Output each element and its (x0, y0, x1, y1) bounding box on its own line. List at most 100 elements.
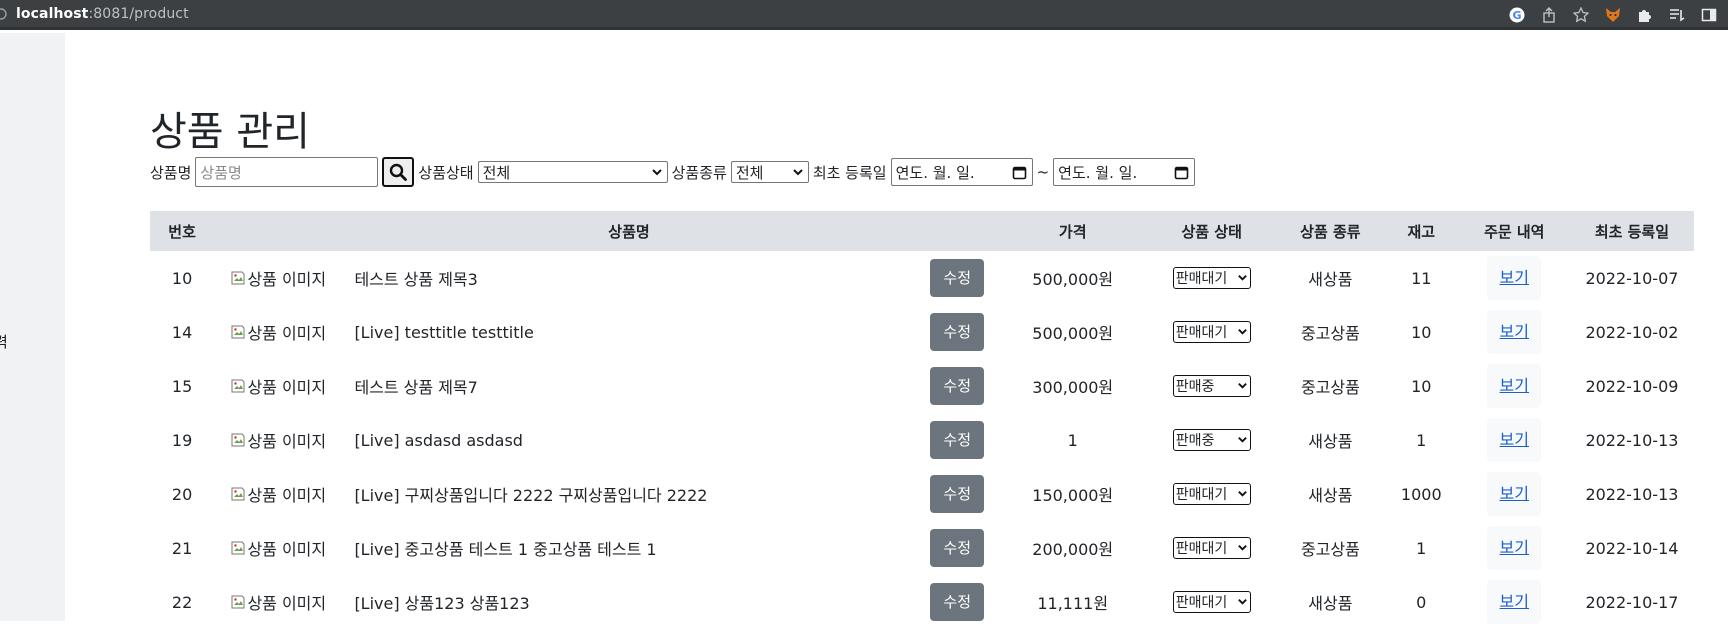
chevron-down-icon (1237, 491, 1247, 497)
puzzle-extension-icon[interactable] (1636, 6, 1654, 24)
status-select[interactable]: 판매대기 (1172, 267, 1251, 289)
status-select[interactable]: 판매대기 (1172, 537, 1251, 559)
status-cell: 판매중 (1146, 359, 1276, 413)
sidebar-item-label[interactable]: 력 (0, 331, 8, 352)
table-row: 20 상품 이미지 [Live] 구찌상품입니다 2222 구찌상품입니다 2222… (150, 467, 1694, 521)
product-created: 2022-10-13 (1585, 430, 1679, 450)
address-bar[interactable]: localhost:8081/product (16, 6, 189, 22)
product-stock: 11 (1411, 268, 1432, 288)
share-icon[interactable] (1540, 6, 1558, 24)
product-name: [Live] testtitle testtitle (354, 322, 534, 342)
product-price: 1 (1067, 430, 1078, 450)
orders-cell: 보기 (1459, 467, 1570, 521)
status-select[interactable]: 판매대기 (1172, 483, 1251, 505)
site-info-icon[interactable] (0, 0, 10, 29)
view-orders-button[interactable]: 보기 (1487, 256, 1542, 300)
edit-cell: 수정 (916, 251, 999, 305)
status-select-value: 판매대기 (1175, 595, 1228, 611)
calendar-icon[interactable] (1174, 165, 1189, 180)
star-icon[interactable] (1572, 6, 1590, 24)
header-type: 상품 종류 (1276, 211, 1384, 251)
status-filter-label: 상품상태 (418, 163, 474, 182)
date-to-input[interactable]: 연도. 월. 일. (1053, 158, 1196, 186)
page-title: 상품 관리 (150, 109, 310, 155)
product-stock: 1 (1416, 430, 1427, 450)
table-row: 14 상품 이미지 [Live] testtitle testtitle 수정 500,… (150, 305, 1694, 359)
date-from-input[interactable]: 연도. 월. 일. (890, 158, 1033, 186)
chevron-down-icon (793, 169, 803, 176)
view-orders-button[interactable]: 보기 (1487, 310, 1542, 354)
edit-button[interactable]: 수정 (930, 529, 985, 567)
date-to-placeholder: 연도. 월. 일. (1058, 163, 1138, 182)
product-name: [Live] 구찌상품입니다 2222 구찌상품입니다 2222 (354, 486, 708, 505)
product-created: 2022-10-07 (1585, 268, 1679, 288)
product-name: [Live] 중고상품 테스트 1 중고상품 테스트 1 (354, 540, 657, 559)
type-filter-label: 상품종류 (671, 163, 727, 182)
status-select[interactable]: 판매중 (1172, 375, 1251, 397)
type-filter-select[interactable]: 전체 (730, 161, 809, 183)
date-from-placeholder: 연도. 월. 일. (895, 163, 975, 182)
sidebar: 력 (0, 33, 65, 621)
product-image: 상품 이미지 (214, 521, 342, 575)
calendar-icon[interactable] (1012, 165, 1027, 180)
product-created: 2022-10-09 (1585, 376, 1679, 396)
edit-button[interactable]: 수정 (930, 475, 985, 513)
view-orders-link[interactable]: 보기 (1500, 268, 1529, 287)
status-select-value: 판매대기 (1175, 271, 1228, 287)
edit-button[interactable]: 수정 (930, 421, 985, 459)
edit-button[interactable]: 수정 (930, 313, 985, 351)
edit-cell: 수정 (916, 521, 999, 575)
product-type: 새상품 (1308, 270, 1353, 289)
view-orders-link[interactable]: 보기 (1500, 592, 1529, 611)
chevron-down-icon (1237, 329, 1247, 335)
view-orders-link[interactable]: 보기 (1500, 538, 1529, 557)
product-name: 테스트 상품 제목3 (354, 270, 478, 289)
view-orders-link[interactable]: 보기 (1500, 430, 1529, 449)
status-cell: 판매대기 (1146, 521, 1276, 575)
chevron-down-icon (1237, 275, 1247, 281)
chevron-down-icon (1237, 383, 1247, 389)
status-select[interactable]: 판매대기 (1172, 321, 1251, 343)
product-image-alt: 상품 이미지 (247, 378, 327, 397)
product-name: 테스트 상품 제목7 (354, 378, 478, 397)
product-image-alt: 상품 이미지 (247, 324, 327, 343)
product-image-alt: 상품 이미지 (247, 540, 327, 559)
product-image-alt: 상품 이미지 (247, 432, 327, 451)
view-orders-link[interactable]: 보기 (1500, 484, 1529, 503)
product-image-alt: 상품 이미지 (247, 486, 327, 505)
status-select[interactable]: 판매대기 (1172, 591, 1251, 613)
broken-image-icon (231, 271, 245, 285)
product-stock: 1000 (1400, 484, 1442, 504)
broken-image-icon (231, 325, 245, 339)
search-input[interactable]: 상품명 (195, 157, 379, 187)
product-type: 중고상품 (1300, 540, 1360, 559)
reading-list-icon[interactable] (1668, 6, 1686, 24)
product-no: 20 (171, 484, 193, 504)
product-type: 중고상품 (1300, 378, 1360, 397)
view-orders-button[interactable]: 보기 (1487, 472, 1542, 516)
edit-button[interactable]: 수정 (930, 367, 985, 405)
view-orders-button[interactable]: 보기 (1487, 580, 1542, 624)
view-orders-link[interactable]: 보기 (1500, 322, 1529, 341)
view-orders-button[interactable]: 보기 (1487, 526, 1542, 570)
view-orders-button[interactable]: 보기 (1487, 418, 1542, 462)
product-image-alt: 상품 이미지 (247, 270, 327, 289)
product-stock: 10 (1411, 322, 1432, 342)
edit-button[interactable]: 수정 (930, 259, 985, 297)
sidebar-icon[interactable] (1700, 6, 1718, 24)
status-cell: 판매대기 (1146, 305, 1276, 359)
header-price: 가격 (998, 211, 1147, 251)
product-image-alt: 상품 이미지 (247, 594, 327, 613)
product-image: 상품 이미지 (214, 413, 342, 467)
google-icon[interactable]: G (1508, 6, 1526, 24)
view-orders-button[interactable]: 보기 (1487, 364, 1542, 408)
search-button[interactable] (382, 157, 415, 187)
fox-extension-icon[interactable] (1604, 6, 1622, 24)
orders-cell: 보기 (1459, 359, 1570, 413)
status-select[interactable]: 판매중 (1172, 429, 1251, 451)
view-orders-link[interactable]: 보기 (1500, 376, 1529, 395)
edit-button[interactable]: 수정 (930, 583, 985, 621)
product-no: 10 (171, 268, 193, 288)
status-filter-select[interactable]: 전체 (477, 161, 668, 183)
product-created: 2022-10-02 (1585, 322, 1679, 342)
